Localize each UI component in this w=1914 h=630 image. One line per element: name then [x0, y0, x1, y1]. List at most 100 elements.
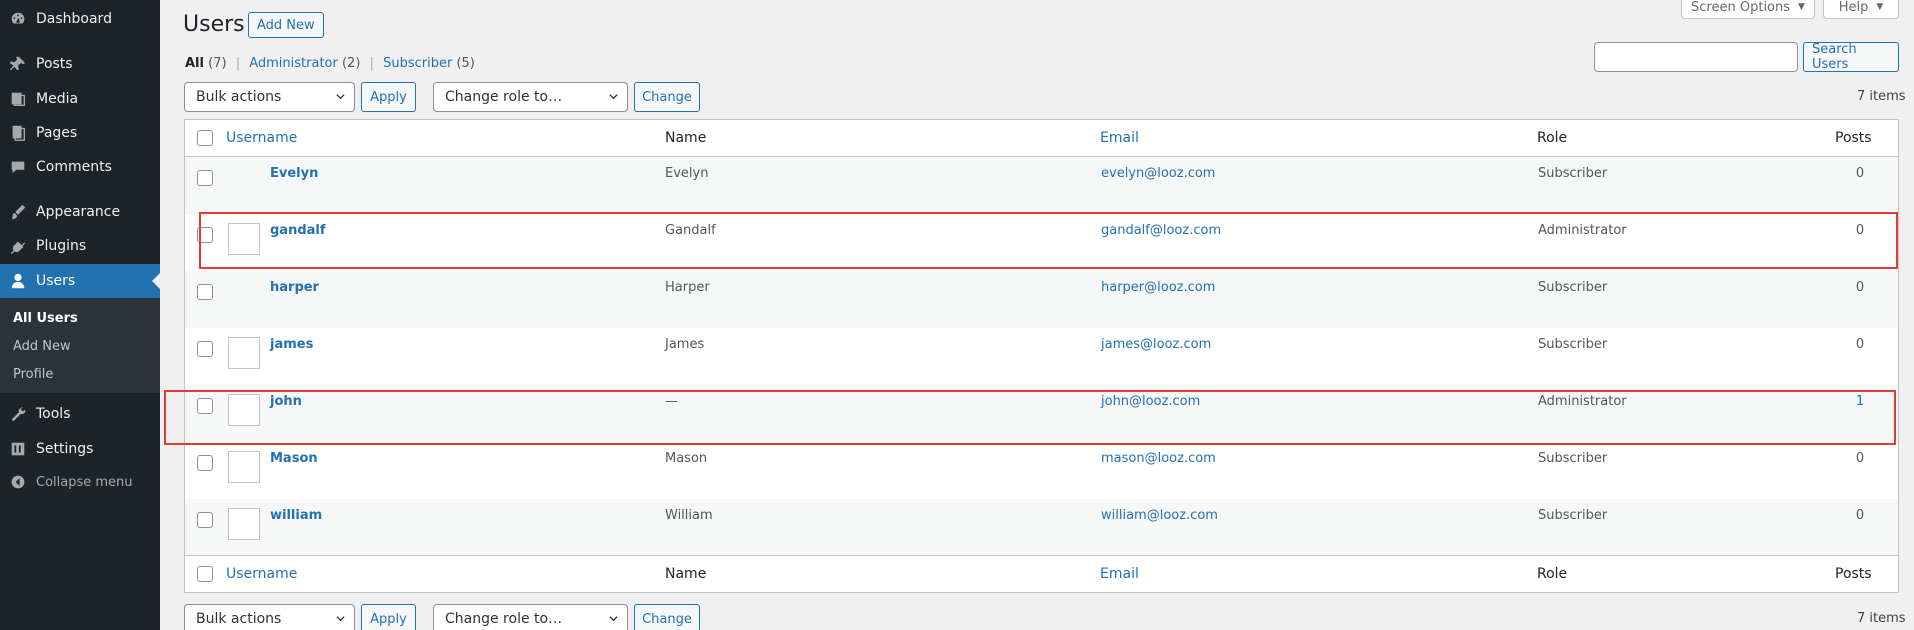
- admin-sidebar: Dashboard Posts Media Pages Comments App…: [0, 0, 160, 630]
- dashboard-icon: [0, 10, 36, 28]
- email-link[interactable]: william@looz.com: [1101, 508, 1218, 523]
- email-link[interactable]: james@looz.com: [1101, 337, 1211, 352]
- sidebar-item-label: Comments: [36, 159, 112, 175]
- table-row: james James james@looz.com Subscriber 0: [185, 328, 1898, 385]
- table-header: Username Name Email Role Posts: [185, 120, 1898, 157]
- bulk-actions-select-bottom[interactable]: Bulk actions: [184, 604, 355, 630]
- chevron-down-icon: [609, 94, 618, 100]
- username-link[interactable]: harper: [270, 280, 319, 295]
- collapse-menu-button[interactable]: Collapse menu: [0, 465, 160, 499]
- sidebar-item-label: Settings: [36, 441, 94, 457]
- row-checkbox[interactable]: [197, 284, 213, 300]
- user-name: Evelyn: [665, 166, 709, 181]
- bulk-actions-select[interactable]: Bulk actions: [184, 82, 355, 112]
- media-icon: [0, 90, 36, 108]
- sidebar-item-posts[interactable]: Posts: [0, 47, 160, 81]
- items-count-bottom: 7 items: [1857, 611, 1906, 626]
- role-filter-links: All (7) | Administrator (2) | Subscriber…: [185, 56, 475, 71]
- username-link[interactable]: james: [270, 337, 313, 352]
- email-link[interactable]: mason@looz.com: [1101, 451, 1216, 466]
- add-new-user-button[interactable]: Add New: [248, 12, 324, 38]
- sidebar-item-comments[interactable]: Comments: [0, 150, 160, 184]
- page-title: Users: [183, 12, 245, 37]
- sidebar-item-label: Posts: [36, 56, 73, 72]
- post-count: 0: [1855, 451, 1865, 466]
- collapse-menu-label: Collapse menu: [36, 474, 133, 490]
- row-checkbox[interactable]: [197, 512, 213, 528]
- username-link[interactable]: Mason: [270, 451, 318, 466]
- highlight-box-john: [164, 390, 1896, 445]
- post-count: 0: [1855, 337, 1865, 352]
- user-name: Harper: [665, 280, 710, 295]
- username-link[interactable]: william: [270, 508, 322, 523]
- row-checkbox[interactable]: [197, 170, 213, 186]
- user-role: Subscriber: [1538, 508, 1608, 523]
- user-role: Subscriber: [1538, 451, 1608, 466]
- brush-icon: [0, 203, 36, 221]
- users-table: Username Name Email Role Posts Evelyn Ev…: [184, 119, 1899, 593]
- user-name: William: [665, 508, 713, 523]
- filter-all[interactable]: All: [185, 56, 204, 71]
- help-button[interactable]: Help ▼: [1823, 0, 1899, 19]
- change-role-button-bottom[interactable]: Change: [634, 604, 700, 630]
- user-role: Subscriber: [1538, 337, 1608, 352]
- column-username[interactable]: Username: [226, 130, 297, 146]
- sidebar-item-appearance[interactable]: Appearance: [0, 195, 160, 229]
- avatar: [228, 337, 260, 369]
- column-username[interactable]: Username: [226, 566, 297, 582]
- sidebar-item-label: Appearance: [36, 204, 121, 220]
- select-all-checkbox[interactable]: [197, 566, 213, 582]
- filter-administrator[interactable]: Administrator: [249, 56, 338, 71]
- submenu-all-users[interactable]: All Users: [13, 311, 78, 326]
- column-email[interactable]: Email: [1100, 130, 1139, 146]
- caret-down-icon: ▼: [1798, 2, 1805, 12]
- filter-subscriber[interactable]: Subscriber: [383, 56, 452, 71]
- sidebar-item-dashboard[interactable]: Dashboard: [0, 2, 160, 36]
- user-name: Mason: [665, 451, 708, 466]
- post-count: 0: [1855, 166, 1865, 181]
- table-row: harper Harper harper@looz.com Subscriber…: [185, 271, 1898, 328]
- email-link[interactable]: harper@looz.com: [1101, 280, 1215, 295]
- sidebar-item-pages[interactable]: Pages: [0, 116, 160, 150]
- submenu-add-new[interactable]: Add New: [13, 339, 71, 354]
- search-users-button[interactable]: Search Users: [1803, 42, 1899, 72]
- sidebar-item-plugins[interactable]: Plugins: [0, 229, 160, 263]
- chevron-down-icon: [336, 616, 345, 622]
- plugin-icon: [0, 237, 36, 255]
- avatar: [228, 451, 260, 483]
- screen-options-label: Screen Options: [1691, 0, 1791, 15]
- post-count: 0: [1855, 508, 1865, 523]
- row-checkbox[interactable]: [197, 455, 213, 471]
- table-footer: Username Name Email Role Posts: [185, 555, 1898, 592]
- search-users-input[interactable]: [1594, 42, 1798, 72]
- column-name: Name: [665, 566, 707, 582]
- change-role-select-bottom[interactable]: Change role to…: [433, 604, 628, 630]
- screen-options-button[interactable]: Screen Options ▼: [1681, 0, 1815, 19]
- caret-down-icon: ▼: [1876, 2, 1884, 12]
- change-role-button[interactable]: Change: [634, 82, 700, 112]
- collapse-icon: [0, 474, 36, 490]
- sidebar-item-media[interactable]: Media: [0, 82, 160, 116]
- username-link[interactable]: Evelyn: [270, 166, 318, 181]
- settings-icon: [0, 440, 36, 458]
- main-content: Screen Options ▼ Help ▼ Users Add New Al…: [160, 0, 1914, 630]
- row-checkbox[interactable]: [197, 341, 213, 357]
- submenu-profile[interactable]: Profile: [13, 367, 53, 382]
- column-name: Name: [665, 130, 707, 146]
- user-name: James: [665, 337, 705, 352]
- sidebar-item-users[interactable]: Users: [0, 264, 160, 298]
- column-email[interactable]: Email: [1100, 566, 1139, 582]
- email-link[interactable]: evelyn@looz.com: [1101, 166, 1215, 181]
- pages-icon: [0, 124, 36, 142]
- sidebar-item-tools[interactable]: Tools: [0, 397, 160, 431]
- highlight-box-gandalf: [199, 212, 1898, 269]
- apply-button-bottom[interactable]: Apply: [361, 604, 416, 630]
- post-count: 0: [1855, 280, 1865, 295]
- items-count: 7 items: [1857, 89, 1906, 104]
- select-all-checkbox[interactable]: [197, 130, 213, 146]
- user-role: Subscriber: [1538, 280, 1608, 295]
- apply-button[interactable]: Apply: [361, 82, 416, 112]
- change-role-select[interactable]: Change role to…: [433, 82, 628, 112]
- help-label: Help: [1838, 0, 1869, 15]
- sidebar-item-settings[interactable]: Settings: [0, 432, 160, 466]
